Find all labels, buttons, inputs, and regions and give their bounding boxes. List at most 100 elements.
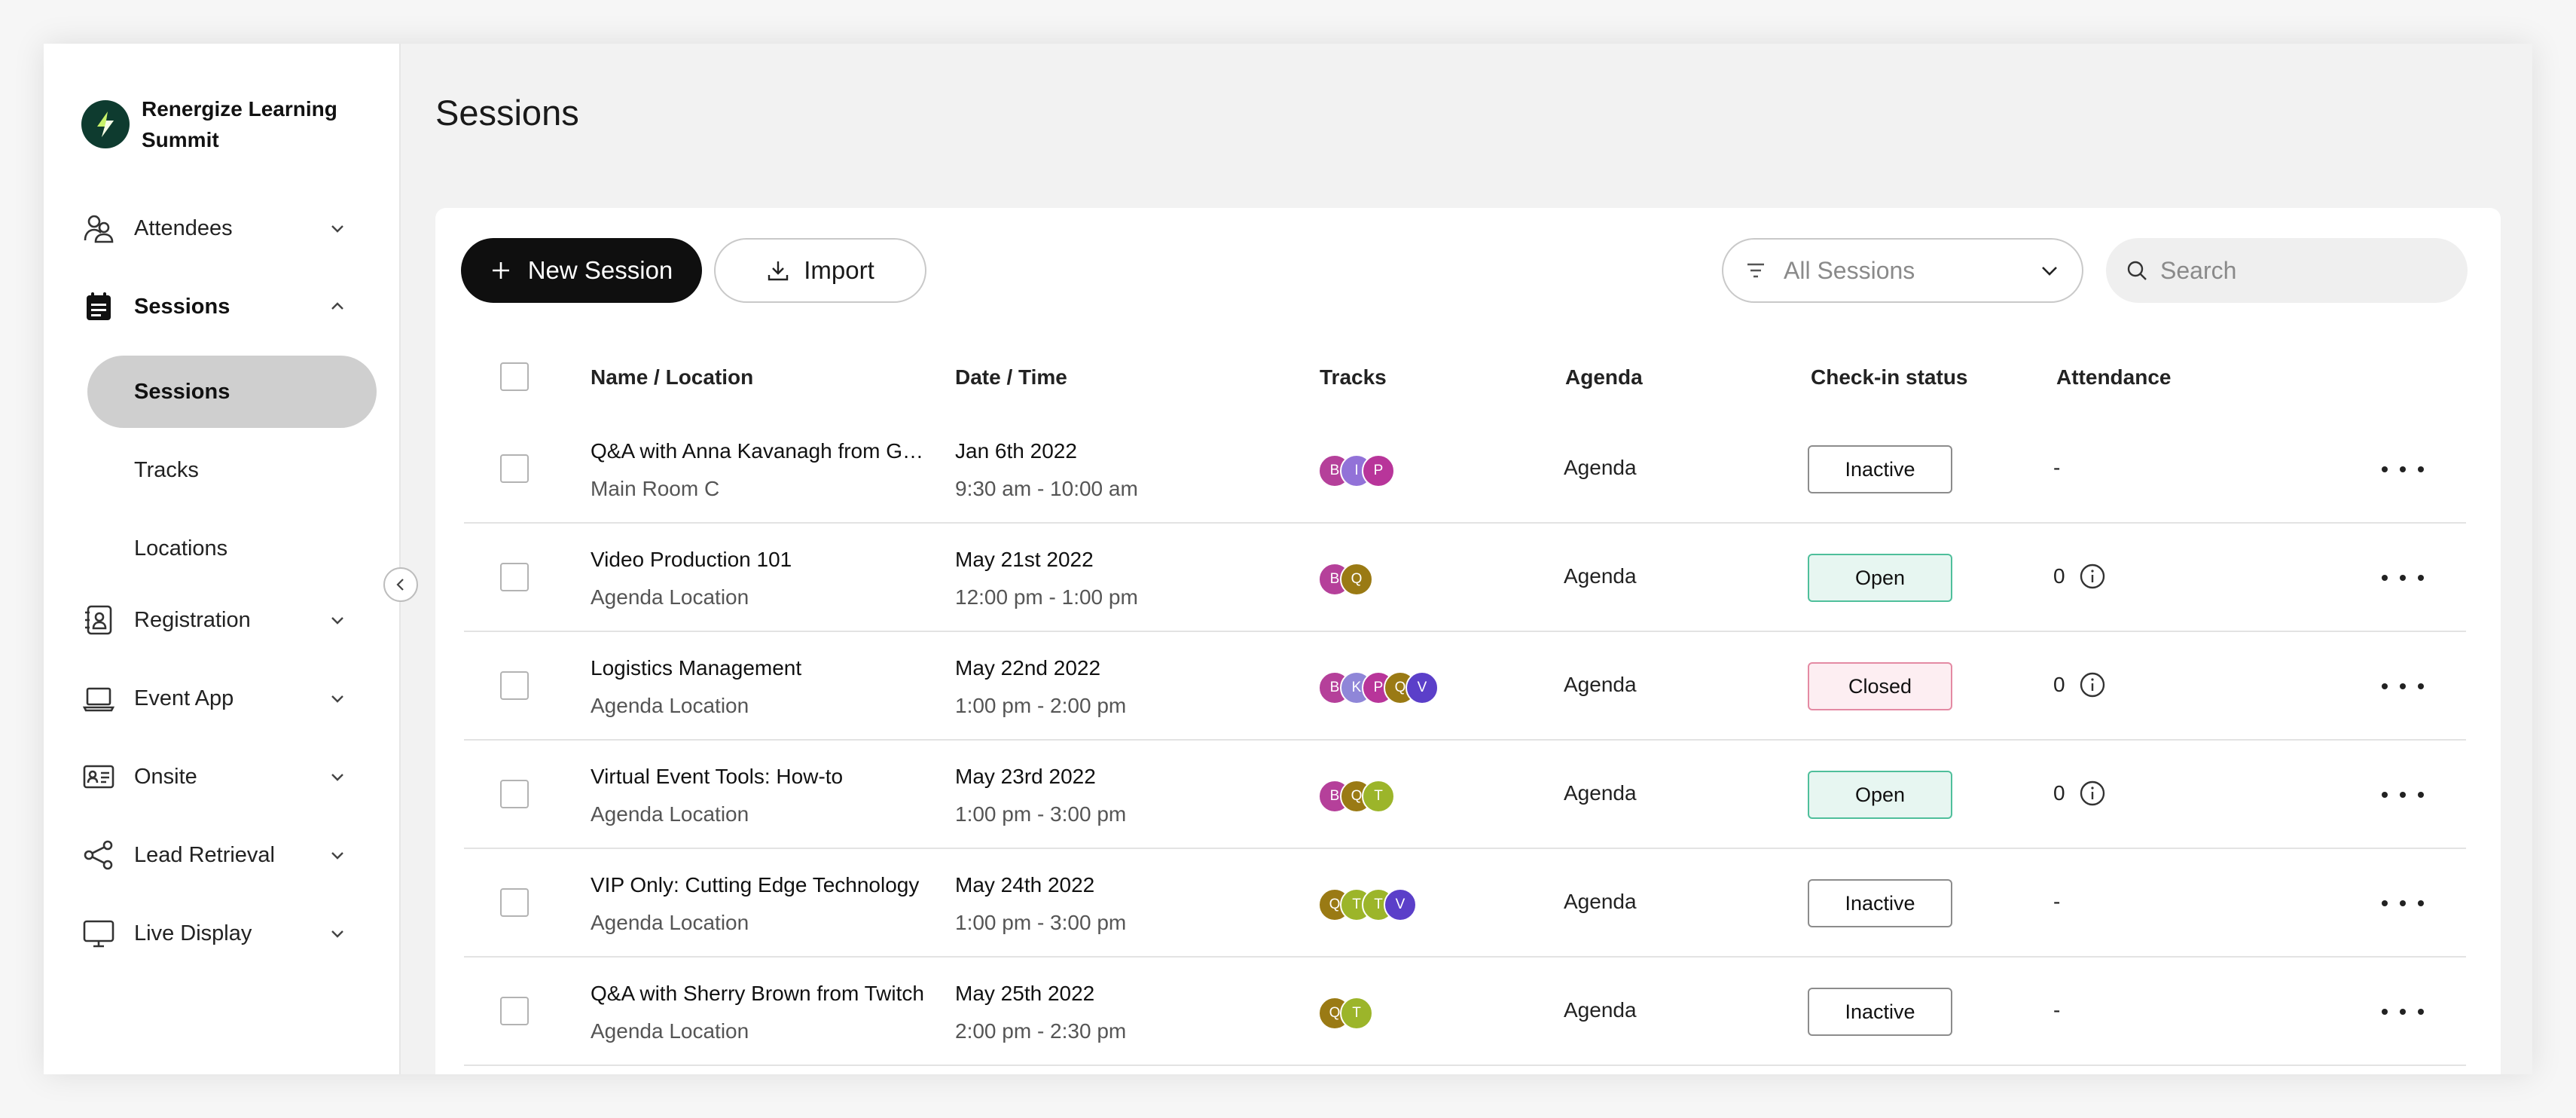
chevron-down-icon (327, 609, 348, 631)
more-actions-button[interactable] (2382, 564, 2424, 591)
track-avatar[interactable]: P (1362, 454, 1395, 487)
more-actions-button[interactable] (2382, 781, 2424, 808)
session-name[interactable]: Video Production 101 (591, 548, 929, 572)
attendance-value: 0 (2053, 673, 2065, 696)
checkin-status-badge[interactable]: Closed (1808, 662, 1952, 710)
agenda-link[interactable]: Agenda (1564, 673, 1637, 697)
subnav-item-sessions[interactable]: Sessions (87, 356, 377, 428)
agenda-link[interactable]: Agenda (1564, 998, 1637, 1022)
more-actions-button[interactable] (2382, 998, 2424, 1025)
session-name[interactable]: Q&A with Anna Kavanagh from Go... (591, 439, 929, 463)
checkin-status-badge[interactable]: Open (1808, 771, 1952, 819)
sidebar-item-event-app[interactable]: Event App (81, 672, 362, 725)
sidebar-item-live-display[interactable]: Live Display (81, 907, 362, 960)
row-checkbox[interactable] (500, 671, 529, 700)
session-date: May 21st 2022 (955, 548, 1094, 571)
session-name[interactable]: Logistics Management (591, 656, 929, 680)
session-location: Agenda Location (591, 1019, 749, 1043)
row-checkbox[interactable] (500, 780, 529, 808)
column-header-agenda[interactable]: Agenda (1565, 340, 1643, 415)
more-actions-button[interactable] (2382, 673, 2424, 700)
column-header-date[interactable]: Date / Time (955, 340, 1067, 415)
attendance-cell: 0 (2053, 670, 2106, 700)
search-icon (2126, 259, 2148, 282)
track-avatar[interactable]: V (1384, 888, 1417, 921)
search-input[interactable] (2160, 256, 2446, 285)
session-name[interactable]: VIP Only: Cutting Edge Technology (591, 873, 929, 897)
session-date: Jan 6th 2022 (955, 439, 1077, 463)
checkin-status-badge[interactable]: Inactive (1808, 445, 1952, 493)
sidebar-item-registration[interactable]: Registration (81, 594, 362, 646)
sidebar-item-attendees[interactable]: Attendees (81, 202, 362, 255)
plus-icon (490, 260, 528, 281)
track-avatar[interactable]: T (1362, 780, 1395, 813)
session-name[interactable]: Virtual Event Tools: How-to (591, 765, 929, 789)
row-checkbox[interactable] (500, 888, 529, 917)
column-header-name[interactable]: Name / Location (591, 340, 753, 415)
column-header-attendance[interactable]: Attendance (2056, 340, 2171, 415)
attendance-cell: - (2053, 887, 2060, 917)
table-row[interactable]: Q&A with Anna Kavanagh from Go... Main R… (464, 415, 2466, 524)
sidebar-item-label: Onsite (134, 764, 197, 789)
track-avatar[interactable]: Q (1340, 563, 1373, 596)
track-list: QTTV (1318, 888, 1417, 924)
more-actions-button[interactable] (2382, 456, 2424, 483)
chevron-down-icon (327, 923, 348, 944)
page-title: Sessions (435, 93, 579, 133)
main-content: Sessions New Session Import All Sessions… (401, 44, 2532, 1074)
row-checkbox[interactable] (500, 997, 529, 1025)
subnav-item-tracks[interactable]: Tracks (87, 434, 377, 506)
session-filter-dropdown[interactable]: All Sessions (1722, 238, 2083, 303)
table-row[interactable]: VIP Only: Cutting Edge Technology Agenda… (464, 849, 2466, 958)
table-row[interactable]: Logistics Management Agenda Location May… (464, 632, 2466, 741)
collapse-sidebar-button[interactable] (383, 567, 418, 602)
agenda-link[interactable]: Agenda (1564, 781, 1637, 805)
row-checkbox[interactable] (500, 454, 529, 483)
track-list: BQ (1318, 563, 1373, 599)
import-label: Import (804, 256, 874, 284)
table-row[interactable]: Virtual Event Tools: How-to Agenda Locat… (464, 741, 2466, 849)
session-name[interactable]: Q&A with Sherry Brown from Twitch (591, 982, 929, 1006)
agenda-link[interactable]: Agenda (1564, 890, 1637, 914)
search-box[interactable] (2106, 238, 2468, 303)
session-time: 1:00 pm - 3:00 pm (955, 911, 1127, 934)
select-all-checkbox[interactable] (500, 362, 529, 391)
monitor-icon (81, 916, 116, 951)
chevron-down-icon (2038, 259, 2061, 282)
download-icon (766, 258, 804, 283)
brand[interactable]: Renergize Learning Summit (81, 93, 368, 155)
calendar-icon (81, 289, 116, 324)
table-row[interactable]: Q&A with Sherry Brown from Twitch Agenda… (464, 958, 2466, 1066)
more-actions-button[interactable] (2382, 890, 2424, 917)
track-avatar[interactable]: T (1340, 997, 1373, 1030)
session-location: Main Room C (591, 477, 720, 500)
sidebar-item-lead-retrieval[interactable]: Lead Retrieval (81, 829, 362, 881)
attendance-cell: 0 (2053, 778, 2106, 808)
filter-icon (1744, 259, 1767, 282)
new-session-label: New Session (527, 256, 673, 284)
sidebar-item-label: Attendees (134, 215, 233, 240)
track-avatar[interactable]: V (1406, 671, 1439, 704)
new-session-button[interactable]: New Session (461, 238, 702, 303)
info-icon[interactable] (2079, 671, 2106, 698)
sidebar-item-onsite[interactable]: Onsite (81, 750, 362, 803)
column-header-checkin[interactable]: Check-in status (1811, 340, 1968, 415)
column-header-tracks[interactable]: Tracks (1320, 340, 1387, 415)
info-icon[interactable] (2079, 780, 2106, 807)
row-checkbox[interactable] (500, 563, 529, 591)
chevron-down-icon (327, 218, 348, 239)
agenda-link[interactable]: Agenda (1564, 564, 1637, 588)
sidebar-item-sessions[interactable]: Sessions (81, 280, 362, 333)
subnav-item-locations[interactable]: Locations (87, 512, 377, 585)
checkin-status-badge[interactable]: Open (1808, 554, 1952, 602)
checkin-status-badge[interactable]: Inactive (1808, 879, 1952, 927)
attendance-value: - (2053, 890, 2061, 913)
checkin-status-badge[interactable]: Inactive (1808, 988, 1952, 1036)
agenda-link[interactable]: Agenda (1564, 456, 1637, 480)
import-button[interactable]: Import (714, 238, 926, 303)
info-icon[interactable] (2079, 563, 2106, 590)
attendance-value: 0 (2053, 781, 2065, 805)
chevron-left-icon (392, 576, 409, 593)
table-row[interactable]: Video Production 101 Agenda Location May… (464, 524, 2466, 632)
sidebar: Renergize Learning Summit Attendees Sess… (44, 44, 401, 1074)
